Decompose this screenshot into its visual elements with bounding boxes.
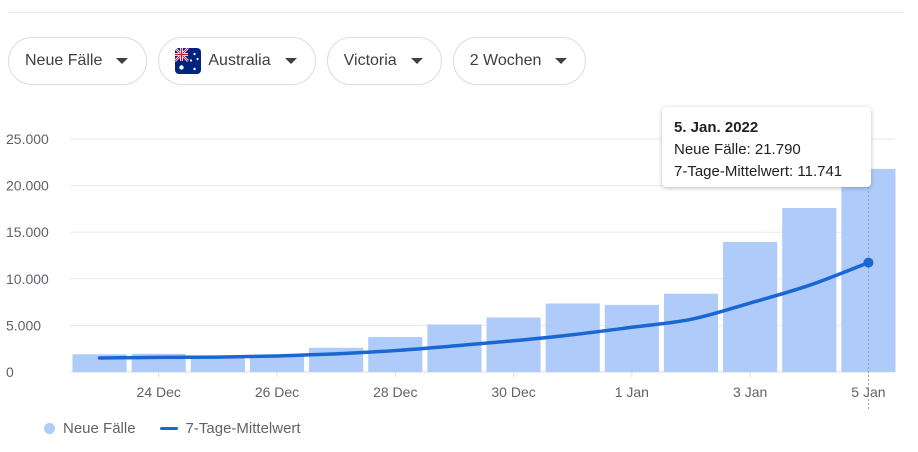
x-tick-label: 3 Jan [733, 384, 767, 400]
bar [604, 304, 659, 372]
bar [368, 337, 423, 372]
bar [190, 358, 245, 372]
y-tick-label: 20.000 [6, 178, 49, 194]
average-point-highlight [863, 257, 874, 268]
legend-cases-label: Neue Fälle [63, 420, 136, 437]
y-tick-label: 10.000 [6, 271, 49, 287]
x-tick-label: 24 Dec [137, 384, 181, 400]
legend-cases-swatch [44, 423, 55, 434]
x-tick-label: 30 Dec [491, 384, 535, 400]
y-tick-label: 25.000 [6, 131, 49, 147]
bar [663, 293, 719, 372]
y-tick-label: 15.000 [6, 224, 49, 240]
legend-average-label: 7-Tage-Mittelwert [185, 420, 301, 437]
y-tick-label: 5.000 [6, 317, 41, 333]
tooltip-cases: Neue Fälle: 21.790 [674, 141, 801, 158]
x-tick-label: 26 Dec [255, 384, 299, 400]
cases-chart: 0 5.000 10.000 15.000 20.000 25.000 24 Dec 26 D… [6, 131, 896, 410]
x-tick-label: 28 Dec [373, 384, 417, 400]
tooltip-date: 5. Jan. 2022 [674, 119, 759, 136]
bar [249, 355, 305, 372]
x-tick-label: 1 Jan [615, 384, 649, 400]
y-tick-label: 0 [6, 364, 14, 380]
legend-average-swatch [159, 427, 178, 430]
chart-tooltip: 5. Jan. 2022 Neue Fälle: 21.790 7-Tage-M… [662, 107, 871, 187]
bar [486, 317, 541, 372]
tooltip-average: 7-Tage-Mittelwert: 11.741 [674, 163, 843, 180]
chart-legend: Neue Fälle 7-Tage-Mittelwert [44, 420, 301, 437]
